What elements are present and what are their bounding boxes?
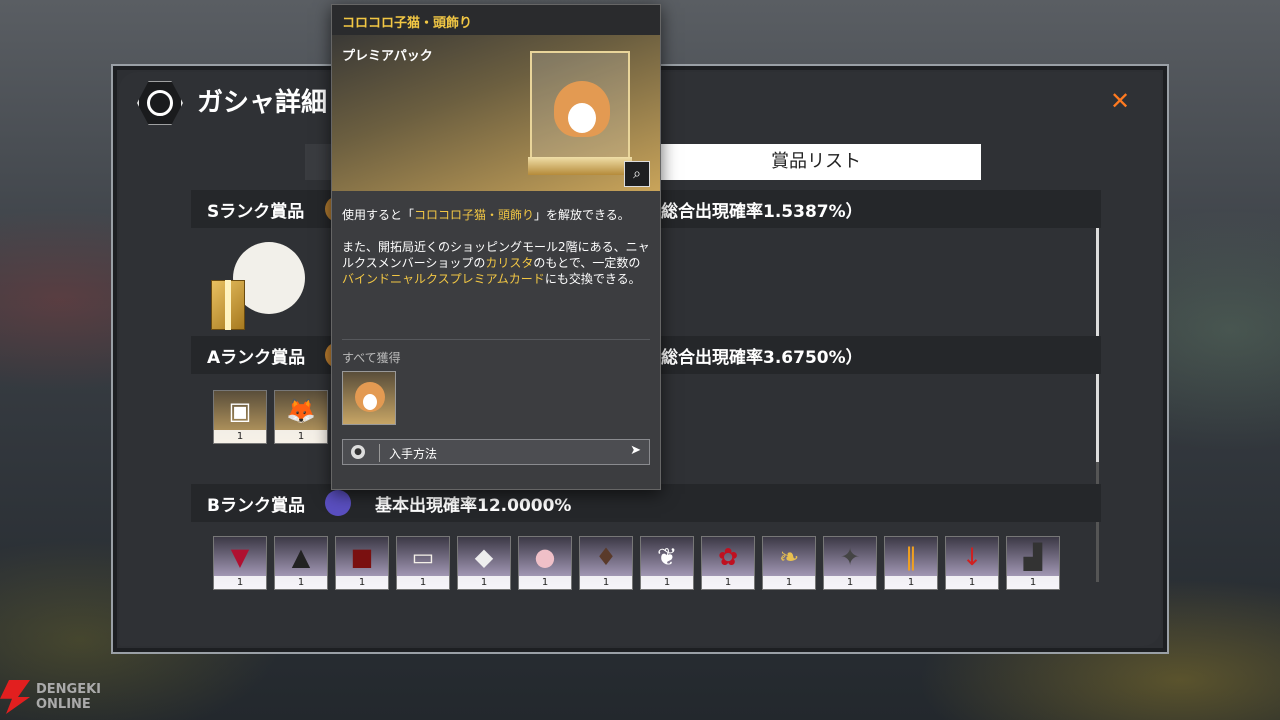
item-qty: 1 <box>458 576 510 589</box>
emblem-ring <box>147 90 173 116</box>
a-item-ticket[interactable]: ▣ 1 <box>213 390 267 444</box>
scrollbar-track <box>1096 462 1099 582</box>
case-base <box>528 157 632 175</box>
b-item-jacket[interactable]: ■ 1 <box>335 536 389 590</box>
popup-description: 使用すると「コロコロ子猫・頭飾り」を解放できる。 また、開拓局近くのショッピング… <box>342 207 652 303</box>
arrow-icon: ↓ <box>961 543 983 571</box>
a-rank-rate: 総合出現確率3.6750%） <box>661 348 863 368</box>
b-item-skirt[interactable]: ▭ 1 <box>396 536 450 590</box>
skirt-icon: ▭ <box>411 543 435 571</box>
item-qty: 1 <box>336 576 388 589</box>
jacket-icon: ■ <box>350 543 374 571</box>
popup-divider <box>342 339 650 340</box>
item-qty: 1 <box>397 576 449 589</box>
hood-icon: ◆ <box>474 543 494 571</box>
s-rank-label: Sランク賞品 <box>207 202 305 222</box>
item-qty: 1 <box>580 576 632 589</box>
location-pin-icon: ● <box>351 445 365 459</box>
b-item-red-shirt[interactable]: ▼ 1 <box>213 536 267 590</box>
get-all-label: すべて獲得 <box>342 351 401 365</box>
b-item-ribbon[interactable]: ❧ 1 <box>762 536 816 590</box>
item-qty: 1 <box>1007 576 1059 589</box>
desc1-highlight: コロコロ子猫・頭飾り <box>414 208 535 222</box>
b-item-pig[interactable]: ● 1 <box>518 536 572 590</box>
s-rank-prize[interactable] <box>203 236 305 336</box>
chevron-right-icon: ➤ <box>630 443 641 458</box>
b-item-hood[interactable]: ◆ 1 <box>457 536 511 590</box>
item-qty: 1 <box>824 576 876 589</box>
watermark: DENGEKI ONLINE <box>36 682 101 712</box>
red-shirt-icon: ▼ <box>230 543 250 571</box>
b-item-clip[interactable]: ‖ 1 <box>884 536 938 590</box>
item-qty: 1 <box>275 430 327 443</box>
b-item-hair[interactable]: ♦ 1 <box>579 536 633 590</box>
acquire-method-label: 入手方法 <box>389 447 438 461</box>
desc-paragraph-1: 使用すると「コロコロ子猫・頭飾り」を解放できる。 <box>342 207 652 223</box>
b-rank-rate: 基本出現確率12.0000% <box>375 496 572 516</box>
desc1-post: 」を解放できる。 <box>534 208 630 222</box>
zoom-search-icon[interactable]: ⌕ <box>624 161 650 187</box>
popup-title: コロコロ子猫・頭飾り <box>342 16 473 31</box>
popup-banner: プレミアパック ⌕ <box>332 35 660 191</box>
b-item-bat[interactable]: ✦ 1 <box>823 536 877 590</box>
get-all-fox-icon[interactable] <box>342 371 396 425</box>
bat-icon: ✦ <box>839 543 861 571</box>
clip-icon: ‖ <box>905 543 917 571</box>
b-item-black-coat[interactable]: ▲ 1 <box>274 536 328 590</box>
desc2-c: にも交換できる。 <box>544 272 641 286</box>
ribbon-icon: ❧ <box>778 543 800 571</box>
desc1-pre: 使用すると「 <box>342 208 415 222</box>
popup-header: コロコロ子猫・頭飾り <box>332 5 660 35</box>
b-item-rose[interactable]: ✿ 1 <box>701 536 755 590</box>
desc2-b: のもとで、一定数の <box>533 256 641 270</box>
fox-belly <box>363 394 377 410</box>
acquire-separator <box>379 444 380 462</box>
a-rank-label: Aランク賞品 <box>207 348 306 368</box>
s-rank-rate: 総合出現確率1.5387%） <box>661 202 863 222</box>
item-qty: 1 <box>214 430 266 443</box>
b-item-wing[interactable]: ❦ 1 <box>640 536 694 590</box>
ticket-icon: ▣ <box>228 397 252 425</box>
rose-icon: ✿ <box>717 543 739 571</box>
scrollbar-thumb[interactable] <box>1096 192 1099 462</box>
close-icon[interactable]: ✕ <box>1109 89 1131 113</box>
b-item-arrow[interactable]: ↓ 1 <box>945 536 999 590</box>
tab-prize-list[interactable]: 賞品リスト <box>651 144 981 180</box>
item-qty: 1 <box>641 576 693 589</box>
hair-icon: ♦ <box>595 543 617 571</box>
watermark-line-1: DENGEKI <box>36 682 102 697</box>
gift-ribbon <box>225 280 231 330</box>
acquire-method-button[interactable]: ● 入手方法 ➤ <box>342 439 650 465</box>
item-qty: 1 <box>702 576 754 589</box>
pig-icon: ● <box>534 543 556 571</box>
item-qty: 1 <box>275 576 327 589</box>
item-qty: 1 <box>946 576 998 589</box>
a-item-fox-case[interactable]: 🦊 1 <box>274 390 328 444</box>
item-detail-popup: コロコロ子猫・頭飾り プレミアパック ⌕ 使用すると「コロコロ子猫・頭飾り」を解… <box>331 4 661 490</box>
item-qty: 1 <box>519 576 571 589</box>
fox-belly <box>568 103 596 133</box>
item-qty: 1 <box>763 576 815 589</box>
fox-case-preview-icon <box>528 51 632 175</box>
fox-case-icon: 🦊 <box>286 397 316 425</box>
shoes-icon: ▟ <box>1023 543 1043 571</box>
popup-item-type: プレミアパック <box>342 49 433 64</box>
black-coat-icon: ▲ <box>291 543 311 571</box>
b-rank-dice-icon <box>325 490 351 516</box>
b-item-shoes[interactable]: ▟ 1 <box>1006 536 1060 590</box>
gacha-emblem-icon <box>137 81 183 125</box>
wing-icon: ❦ <box>656 543 678 571</box>
page-title: ガシャ詳細 <box>197 88 328 118</box>
item-qty: 1 <box>885 576 937 589</box>
item-qty: 1 <box>214 576 266 589</box>
watermark-line-2: ONLINE <box>36 697 91 712</box>
desc-paragraph-2: また、開拓局近くのショッピングモール2階にある、ニャルクスメンバーショップのカリ… <box>342 239 652 287</box>
desc2-highlight-2: バインドニャルクスプレミアムカード <box>342 272 545 286</box>
desc2-highlight-1: カリスタ <box>485 256 534 270</box>
b-rank-label: Bランク賞品 <box>207 496 305 516</box>
